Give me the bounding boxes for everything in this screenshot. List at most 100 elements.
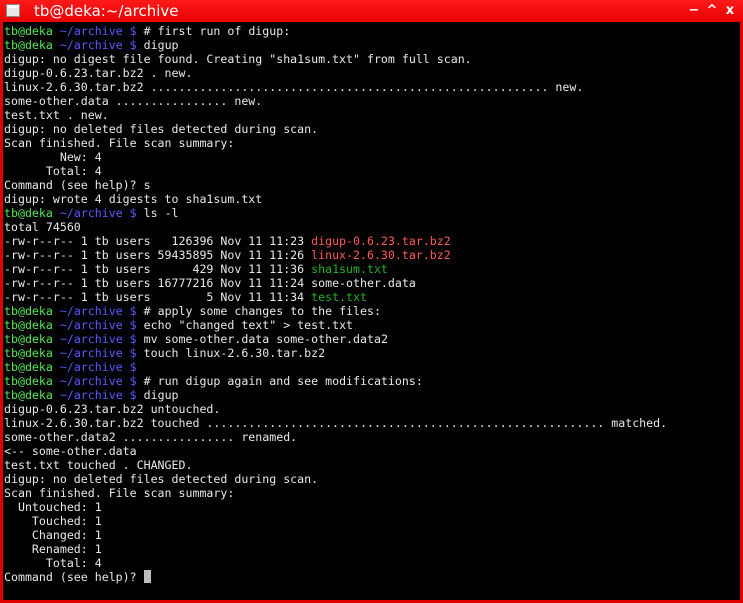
prompt-line: tb@deka ~/archive $ digup: [4, 38, 667, 52]
output-text: Command (see help)? s: [4, 178, 151, 192]
prompt-path: ~/archive $: [52, 304, 144, 318]
prompt-line: tb@deka ~/archive $: [4, 360, 667, 374]
ls-row: -rw-r--r-- 1 tb users 5 Nov 11 11:34 tes…: [4, 290, 667, 304]
output-text: digup-0.6.23.tar.bz2 . new.: [4, 66, 193, 80]
output-text: digup: no digest file found. Creating "s…: [4, 52, 472, 66]
output-line: digup-0.6.23.tar.bz2 . new.: [4, 66, 667, 80]
output-line: linux-2.6.30.tar.bz2 ...................…: [4, 80, 667, 94]
terminal-output: tb@deka ~/archive $ # first run of digup…: [4, 24, 667, 584]
prompt-user: tb@deka: [4, 388, 53, 402]
output-text: digup: no deleted files detected during …: [4, 122, 319, 136]
command-text: digup: [143, 388, 179, 402]
prompt-user: tb@deka: [4, 206, 53, 220]
terminal-window: tb@deka:~/archive − ^ x tb@deka ~/archiv…: [0, 0, 743, 603]
command-input-line[interactable]: Command (see help)?: [4, 570, 667, 584]
output-line: linux-2.6.30.tar.bz2 touched ...........…: [4, 416, 667, 430]
output-text: some-other.data ................ new.: [4, 94, 263, 108]
command-text: ls -l: [143, 206, 179, 220]
ls-row: -rw-r--r-- 1 tb users 16777216 Nov 11 11…: [4, 276, 667, 290]
command-text: # apply some changes to the files:: [143, 304, 381, 318]
output-line: total 74560: [4, 220, 667, 234]
output-text: digup: no deleted files detected during …: [4, 472, 319, 486]
output-text: test.txt . new.: [4, 108, 109, 122]
output-text: linux-2.6.30.tar.bz2 ...................…: [4, 80, 584, 94]
window-title: tb@deka:~/archive: [34, 2, 179, 20]
minimize-button[interactable]: −: [687, 2, 701, 20]
output-text: Renamed: 1: [4, 542, 102, 556]
output-line: digup: no deleted files detected during …: [4, 472, 667, 486]
output-line: Command (see help)? s: [4, 178, 667, 192]
prompt-path: ~/archive $: [52, 318, 144, 332]
output-text: <-- some-other.data: [4, 444, 137, 458]
prompt-line: tb@deka ~/archive $ touch linux-2.6.30.t…: [4, 346, 667, 360]
prompt-line: tb@deka ~/archive $ mv some-other.data s…: [4, 332, 667, 346]
prompt-path: ~/archive $: [52, 24, 144, 38]
output-text: Scan finished. File scan summary:: [4, 136, 235, 150]
command-prompt-text: Command (see help)?: [4, 570, 144, 584]
output-text: test.txt touched . CHANGED.: [4, 458, 193, 472]
prompt-path: ~/archive $: [52, 206, 144, 220]
command-text: digup: [143, 38, 179, 52]
file-name: test.txt: [311, 290, 367, 304]
output-line: digup-0.6.23.tar.bz2 untouched.: [4, 402, 667, 416]
maximize-button[interactable]: ^: [705, 2, 719, 20]
window-menu-icon[interactable]: [6, 4, 20, 17]
output-text: Untouched: 1: [4, 500, 102, 514]
prompt-line: tb@deka ~/archive $ ls -l: [4, 206, 667, 220]
output-line: Scan finished. File scan summary:: [4, 136, 667, 150]
prompt-line: tb@deka ~/archive $ # apply some changes…: [4, 304, 667, 318]
output-text: Total: 4: [4, 164, 102, 178]
output-line: digup: wrote 4 digests to sha1sum.txt: [4, 192, 667, 206]
prompt-line: tb@deka ~/archive $ # first run of digup…: [4, 24, 667, 38]
terminal-area[interactable]: tb@deka ~/archive $ # first run of digup…: [3, 22, 740, 600]
output-text: Changed: 1: [4, 528, 102, 542]
output-line: New: 4: [4, 150, 667, 164]
command-text: # first run of digup:: [143, 24, 291, 38]
file-meta: -rw-r--r-- 1 tb users 5 Nov 11 11:34: [4, 290, 312, 304]
command-text: mv some-other.data some-other.data2: [143, 332, 388, 346]
output-line: test.txt . new.: [4, 108, 667, 122]
file-name: linux-2.6.30.tar.bz2: [311, 248, 451, 262]
prompt-path: ~/archive $: [52, 374, 144, 388]
file-name: digup-0.6.23.tar.bz2: [311, 234, 451, 248]
prompt-line: tb@deka ~/archive $ # run digup again an…: [4, 374, 667, 388]
text-cursor[interactable]: [143, 570, 151, 583]
file-meta: -rw-r--r-- 1 tb users 126396 Nov 11 11:2…: [4, 234, 312, 248]
output-text: linux-2.6.30.tar.bz2 touched ...........…: [4, 416, 668, 430]
prompt-user: tb@deka: [4, 318, 53, 332]
output-line: Scan finished. File scan summary:: [4, 486, 667, 500]
close-button[interactable]: x: [723, 2, 737, 20]
prompt-user: tb@deka: [4, 346, 53, 360]
output-line: Touched: 1: [4, 514, 667, 528]
command-text: # run digup again and see modifications:: [143, 374, 423, 388]
prompt-user: tb@deka: [4, 360, 53, 374]
output-line: Changed: 1: [4, 528, 667, 542]
command-text: echo "changed text" > test.txt: [143, 318, 354, 332]
output-text: some-other.data2 ................ rename…: [4, 430, 298, 444]
file-name: some-other.data: [311, 276, 416, 290]
output-line: some-other.data ................ new.: [4, 94, 667, 108]
file-meta: -rw-r--r-- 1 tb users 16777216 Nov 11 11…: [4, 276, 312, 290]
output-line: Total: 4: [4, 164, 667, 178]
output-text: New: 4: [4, 150, 102, 164]
output-text: total 74560: [4, 220, 81, 234]
output-line: digup: no digest file found. Creating "s…: [4, 52, 667, 66]
prompt-user: tb@deka: [4, 38, 53, 52]
prompt-line: tb@deka ~/archive $ echo "changed text" …: [4, 318, 667, 332]
prompt-line: tb@deka ~/archive $ digup: [4, 388, 667, 402]
prompt-path: ~/archive $: [52, 332, 144, 346]
output-line: Untouched: 1: [4, 500, 667, 514]
output-line: digup: no deleted files detected during …: [4, 122, 667, 136]
output-line: Total: 4: [4, 556, 667, 570]
title-bar[interactable]: tb@deka:~/archive − ^ x: [0, 0, 743, 22]
output-line: Renamed: 1: [4, 542, 667, 556]
output-text: digup-0.6.23.tar.bz2 untouched.: [4, 402, 221, 416]
file-name: sha1sum.txt: [311, 262, 388, 276]
prompt-path: ~/archive $: [52, 346, 144, 360]
output-line: some-other.data2 ................ rename…: [4, 430, 667, 444]
prompt-user: tb@deka: [4, 332, 53, 346]
prompt-path: ~/archive $: [52, 360, 144, 374]
prompt-path: ~/archive $: [52, 388, 144, 402]
ls-row: -rw-r--r-- 1 tb users 429 Nov 11 11:36 s…: [4, 262, 667, 276]
command-text: touch linux-2.6.30.tar.bz2: [143, 346, 326, 360]
